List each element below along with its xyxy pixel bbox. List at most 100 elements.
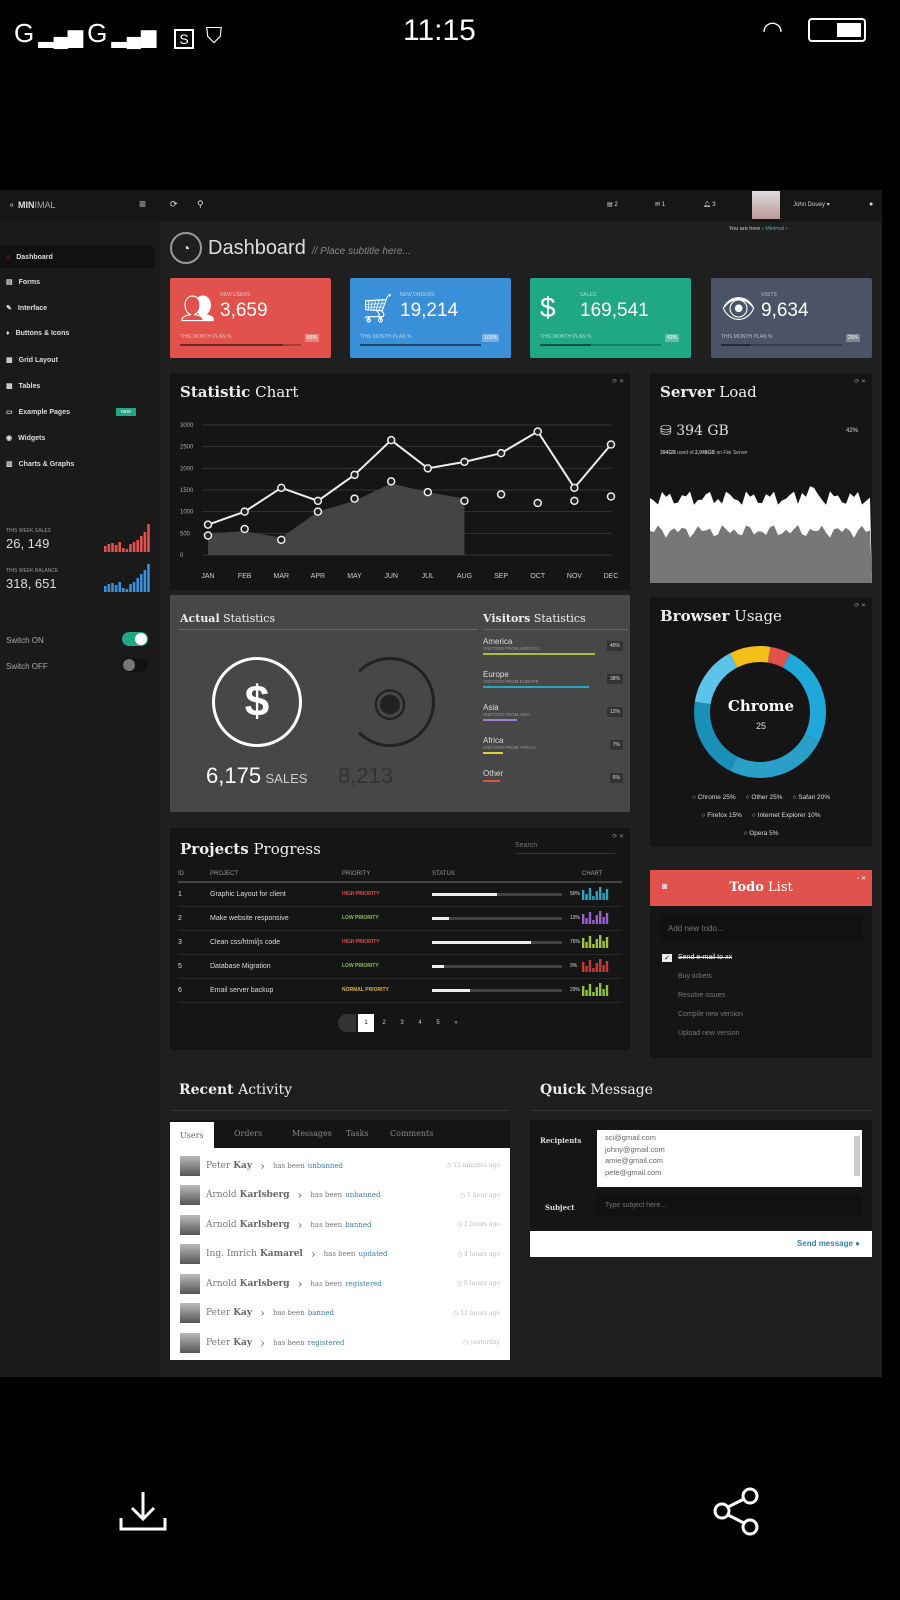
sparkline-bar	[140, 574, 143, 592]
activity-item[interactable]: Arnold Karlsberg › has been banned ◷ 2 hours …	[180, 1210, 500, 1239]
tasks-button[interactable]: ▤ 2	[607, 201, 618, 208]
projects-search-input[interactable]	[515, 838, 615, 854]
sidebar-item-label: Tables	[18, 382, 41, 390]
page-3[interactable]: 3	[394, 1014, 410, 1032]
user-menu[interactable]: John Douey ▾	[793, 201, 830, 208]
scatter-point	[350, 494, 359, 503]
table-row[interactable]: 3 Clean css/html/js code HIGH PRIORITY 76%	[178, 930, 622, 955]
recipient-option[interactable]: amie@gmail.com	[605, 1155, 854, 1167]
breadcrumb-link[interactable]: Minimal	[765, 226, 784, 232]
activity-item[interactable]: Arnold Karlsberg › has been registered ◷ 6 ho…	[180, 1269, 500, 1298]
mini-bar	[588, 984, 592, 996]
line-point	[423, 464, 433, 473]
subject-input[interactable]	[597, 1194, 862, 1216]
panel-controls[interactable]: ⟳ ✕	[854, 602, 866, 609]
activity-item[interactable]: Peter Kay › has been registered ◷ yesterday	[180, 1328, 500, 1357]
checkbox-icon[interactable]	[662, 973, 672, 980]
activity-item[interactable]: Peter Kay › has been unbanned ◷ 12 minutes ag…	[180, 1151, 500, 1180]
panel-controls[interactable]: ⟳ ✕	[854, 378, 866, 385]
table-row[interactable]: 1 Graphic Layout for client HIGH PRIORITY 5…	[178, 882, 622, 907]
page-2[interactable]: 2	[376, 1014, 392, 1032]
page-next[interactable]: »	[448, 1014, 464, 1032]
switch-on-toggle[interactable]	[122, 632, 148, 646]
messages-button[interactable]: ✉ 1	[655, 201, 665, 208]
page-4[interactable]: 4	[412, 1014, 428, 1032]
checkbox-icon[interactable]	[662, 1011, 672, 1018]
recipient-option[interactable]: pete@gmail.com	[605, 1167, 854, 1179]
legend-label: Chrome 25%	[697, 794, 736, 801]
column-header-status[interactable]: STATUS	[432, 866, 582, 883]
checkbox-checked-icon[interactable]: ✓	[662, 954, 672, 962]
page-1[interactable]: 1	[358, 1014, 374, 1032]
column-header-priority[interactable]: PRIORITY	[342, 866, 432, 883]
status-progress	[432, 964, 562, 968]
mini-bar	[605, 937, 609, 948]
todo-input[interactable]	[660, 916, 862, 940]
sidebar-item-widgets[interactable]: ◉ Widgets	[6, 434, 45, 443]
chat-icon[interactable]: ●	[869, 201, 873, 208]
todo-item[interactable]: Buy tickets	[662, 973, 712, 980]
panel-controls[interactable]: ▫ ✕	[857, 875, 866, 882]
checkbox-icon[interactable]	[662, 992, 672, 999]
column-header-chart[interactable]: CHART	[582, 866, 622, 883]
tab-orders[interactable]: Orders	[224, 1120, 272, 1148]
sparkline-bar	[111, 583, 114, 592]
carrier-label: G	[87, 18, 108, 48]
project-chart	[582, 954, 622, 979]
refresh-icon[interactable]: ⟳	[170, 199, 178, 210]
panel-title: Actual Statistics	[180, 612, 275, 625]
table-row[interactable]: 6 Email server backup NORMAL PRIORITY 29%	[178, 978, 622, 1003]
mini-bar	[599, 983, 602, 996]
sidebar-item-charts-graphs[interactable]: ▥ Charts & Graphs	[6, 460, 74, 469]
notifications-button[interactable]: 🔔︎ 3	[703, 201, 716, 208]
tab-users[interactable]: Users	[170, 1122, 214, 1148]
card-progress	[721, 344, 842, 346]
sidebar-item-tables[interactable]: ▦ Tables	[6, 382, 41, 391]
activity-item[interactable]: Ing. Imrich Kamarel › has been updated ◷ 4 ho…	[180, 1240, 500, 1269]
recipients-select[interactable]: sci@gmail.com johny@gmail.com amie@gmail.c…	[597, 1130, 862, 1187]
stat-card-sales: $ SALES 169,541 THIS MONTH PLAN % 42%	[530, 278, 691, 358]
send-message-button[interactable]: Send message ●	[797, 1239, 860, 1248]
todo-item[interactable]: Upload new version	[662, 1030, 739, 1037]
switch-off-toggle[interactable]	[122, 658, 148, 672]
sparkline-bar	[140, 536, 143, 552]
page-5[interactable]: 5	[430, 1014, 446, 1032]
avatar[interactable]	[752, 191, 780, 219]
search-icon[interactable]: ⚲	[197, 199, 204, 210]
sidebar-item-forms[interactable]: ▤ Forms	[6, 278, 41, 287]
recipient-option[interactable]: johny@gmail.com	[605, 1144, 854, 1156]
activity-item[interactable]: Peter Kay › has been banned ◷ 12 hours ago	[180, 1299, 500, 1328]
column-header-project[interactable]: PROJECT	[210, 866, 342, 883]
chevron-right-icon: ›	[310, 1247, 316, 1261]
project-priority: NORMAL PRIORITY	[342, 978, 432, 1003]
sidebar-item-dashboard[interactable]: ⌂ Dashboard	[0, 246, 154, 268]
todo-text: Compile new version	[678, 1011, 743, 1018]
tab-comments[interactable]: Comments	[380, 1120, 443, 1148]
menu-icon[interactable]: ≡	[139, 197, 146, 211]
sidebar-item-label: Forms	[18, 278, 41, 286]
new-badge: new	[116, 408, 136, 416]
todo-item[interactable]: Resolve issues	[662, 992, 725, 999]
table-icon: ▦	[6, 383, 13, 390]
todo-item[interactable]: ✓ Send e-mail to xx	[662, 954, 732, 962]
table-row[interactable]: 2 Make website responsive LOW PRIORITY 13%	[178, 906, 622, 931]
activity-item[interactable]: Arnold Karlsberg › has been unbanned ◷ 1 hour…	[180, 1181, 500, 1210]
table-row[interactable]: 5 Database Migration LOW PRIORITY 9%	[178, 954, 622, 979]
checkbox-icon[interactable]	[662, 1030, 672, 1037]
tab-tasks[interactable]: Tasks	[336, 1120, 379, 1148]
sidebar-item-example-pages[interactable]: ▭ Example Pages new	[6, 408, 136, 416]
page-prev[interactable]	[338, 1014, 356, 1032]
download-button[interactable]	[118, 1488, 168, 1532]
todo-item[interactable]: Compile new version	[662, 1011, 743, 1018]
sidebar-item-interface[interactable]: ✎ Interface	[6, 304, 47, 313]
sparkline-bar	[104, 586, 107, 592]
status-pct: 13%	[570, 915, 581, 921]
share-button[interactable]	[712, 1486, 762, 1536]
tab-messages[interactable]: Messages	[282, 1120, 342, 1148]
scrollbar[interactable]	[854, 1136, 860, 1176]
chevron-right-icon: ›	[297, 1217, 303, 1232]
sidebar-item-buttons-icons[interactable]: ♦ Buttons & Icons	[6, 330, 69, 337]
recipient-option[interactable]: sci@gmail.com	[605, 1132, 854, 1144]
sidebar-item-grid-layout[interactable]: ▦ Grid Layout	[6, 356, 58, 365]
column-header-id[interactable]: ID	[178, 866, 210, 883]
